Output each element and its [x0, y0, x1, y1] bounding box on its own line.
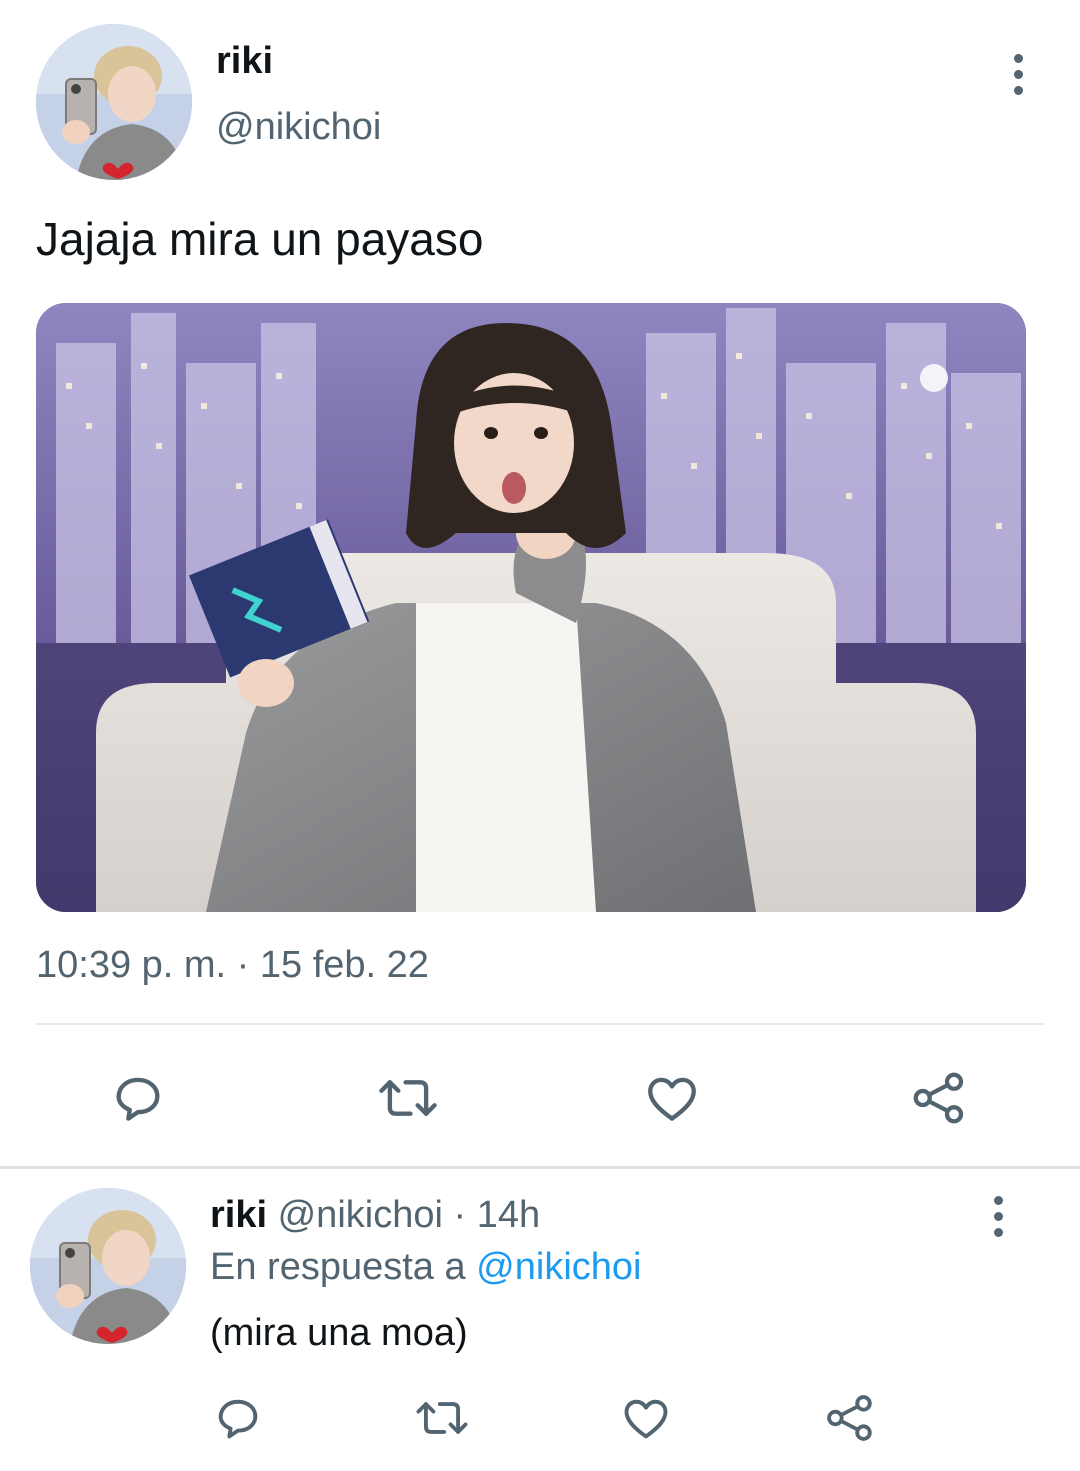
- like-icon[interactable]: [640, 1066, 704, 1130]
- retweet-icon[interactable]: [372, 1066, 444, 1130]
- avatar-image: [30, 1188, 186, 1344]
- reply-more-options-icon[interactable]: [978, 1186, 1018, 1246]
- replying-to-mention[interactable]: @nikichoi: [476, 1246, 641, 1288]
- share-icon[interactable]: [906, 1066, 972, 1130]
- author-name[interactable]: riki: [216, 40, 273, 83]
- reply-like-icon[interactable]: [616, 1390, 676, 1446]
- tweet-detail-page: riki @nikichoi Jajaja mira un payaso 10:…: [0, 0, 1080, 1471]
- reply-reply-icon[interactable]: [208, 1390, 268, 1446]
- reply-share-icon[interactable]: [820, 1390, 880, 1446]
- tweet-timestamp[interactable]: 10:39 p. m. · 15 feb. 22: [36, 944, 429, 987]
- reply-retweet-icon[interactable]: [410, 1390, 474, 1446]
- avatar-image: [36, 24, 192, 180]
- reply-text: (mira una moa): [210, 1312, 468, 1354]
- reply-author-handle[interactable]: @nikichoi: [278, 1194, 443, 1236]
- photo-image: [36, 303, 1026, 912]
- reply-author-avatar[interactable]: [30, 1188, 186, 1344]
- reply-header: riki @nikichoi · 14h: [210, 1194, 540, 1237]
- reply-separator: ·: [453, 1194, 467, 1236]
- divider: [0, 1166, 1080, 1169]
- author-handle[interactable]: @nikichoi: [216, 106, 381, 149]
- divider: [36, 1023, 1044, 1025]
- reply-time[interactable]: 14h: [477, 1194, 540, 1236]
- tweet-media-photo[interactable]: [36, 303, 1026, 912]
- reply-author-name[interactable]: riki: [210, 1194, 267, 1236]
- reply-icon[interactable]: [106, 1066, 170, 1130]
- replying-to: En respuesta a @nikichoi: [210, 1246, 641, 1289]
- tweet-text: Jajaja mira un payaso: [36, 213, 484, 265]
- more-options-icon[interactable]: [998, 44, 1038, 104]
- replying-to-prefix: En respuesta a: [210, 1246, 466, 1288]
- author-avatar[interactable]: [36, 24, 192, 180]
